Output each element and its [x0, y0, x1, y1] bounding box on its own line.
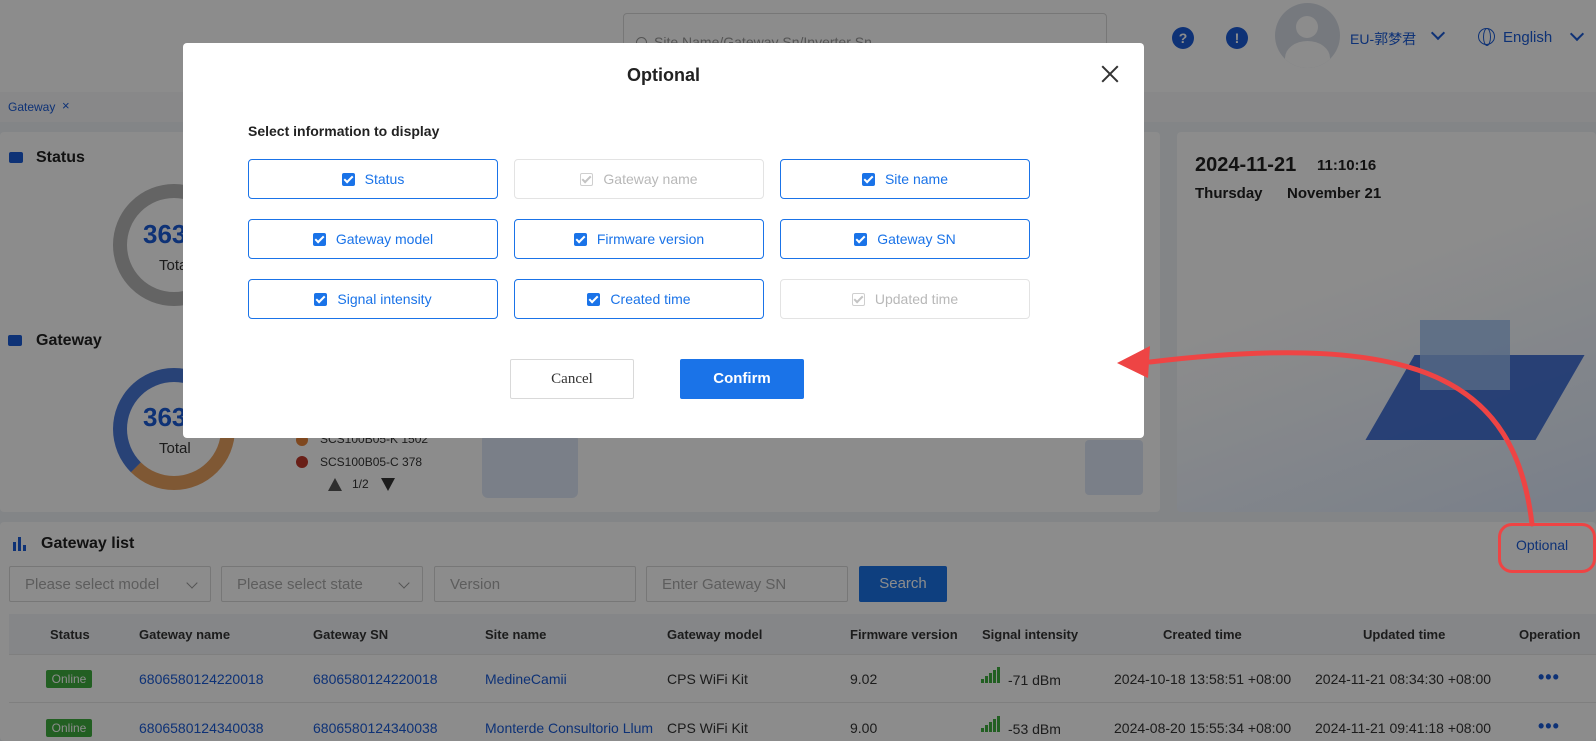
optional-columns-dialog: Optional Select information to display S… — [183, 43, 1144, 438]
close-icon[interactable] — [1101, 65, 1119, 83]
option-label: Site name — [884, 171, 949, 187]
option-label: Gateway model — [335, 231, 434, 247]
option-gateway-model[interactable]: Gateway model — [248, 219, 498, 259]
option-status[interactable]: Status — [248, 159, 498, 199]
dialog-title: Optional — [627, 65, 700, 85]
checkbox-checked-icon[interactable] — [861, 172, 875, 186]
checkbox-checked-icon[interactable] — [314, 292, 328, 306]
option-site-name[interactable]: Site name — [780, 159, 1030, 199]
checkbox-checked-icon[interactable] — [854, 232, 868, 246]
option-created-time[interactable]: Created time — [514, 279, 764, 319]
option-firmware-version[interactable]: Firmware version — [514, 219, 764, 259]
checkbox-checked-icon[interactable] — [573, 232, 587, 246]
option-updated-time: Updated time — [780, 279, 1030, 319]
checkbox-checked-icon[interactable] — [587, 292, 601, 306]
checkbox-checked-icon[interactable] — [341, 172, 355, 186]
option-signal-intensity[interactable]: Signal intensity — [248, 279, 498, 319]
checkbox-checked-icon — [580, 172, 594, 186]
option-gateway-name: Gateway name — [514, 159, 764, 199]
confirm-button[interactable]: Confirm — [680, 359, 804, 399]
option-label: Firmware version — [596, 231, 705, 247]
option-label: Updated time — [874, 291, 959, 307]
annotation-highlight-box — [1498, 523, 1596, 573]
checkbox-checked-icon[interactable] — [312, 232, 326, 246]
option-label: Signal intensity — [337, 291, 432, 307]
option-label: Created time — [610, 291, 691, 307]
option-label: Status — [364, 171, 405, 187]
cancel-button[interactable]: Cancel — [510, 359, 634, 399]
option-label: Gateway SN — [877, 231, 956, 247]
dialog-subtitle: Select information to display — [248, 123, 440, 139]
checkbox-checked-icon — [851, 292, 865, 306]
option-gateway-sn[interactable]: Gateway SN — [780, 219, 1030, 259]
option-label: Gateway name — [603, 171, 698, 187]
